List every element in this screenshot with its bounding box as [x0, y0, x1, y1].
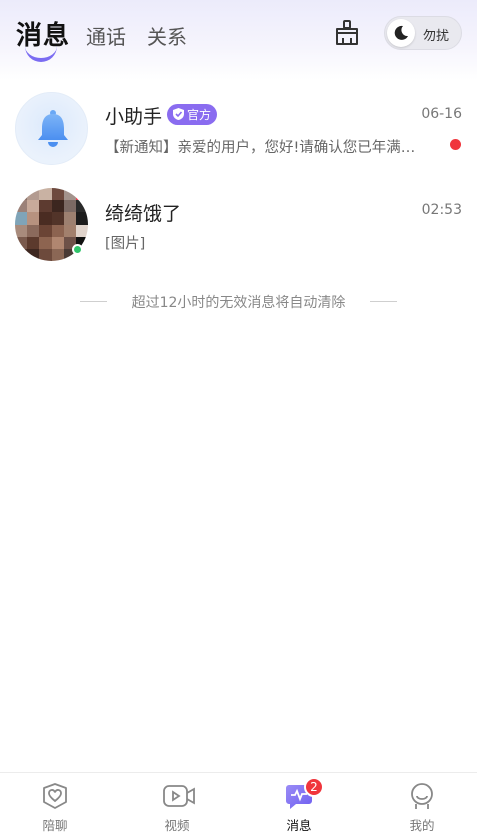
conversation-name: 绮绮饿了 — [105, 203, 182, 225]
conversation-preview: [图片] — [105, 236, 146, 252]
tabbar-label: 视频 — [164, 818, 190, 833]
conversation-preview: 【新通知】亲爱的用户，您好!请确认您已年满… — [105, 140, 416, 156]
broom-icon[interactable] — [333, 19, 361, 47]
tabbar-item-chat[interactable]: 陪聊 — [15, 773, 95, 834]
video-icon — [163, 785, 195, 807]
auto-clear-notice: 超过12小时的无效消息将自动清除 — [0, 292, 477, 312]
dnd-label: 勿扰 — [423, 29, 450, 44]
profile-icon — [411, 783, 433, 809]
badge-label: 官方 — [187, 108, 212, 122]
online-indicator — [72, 244, 83, 255]
tabbar-label: 陪聊 — [42, 818, 68, 833]
dnd-knob — [387, 19, 415, 47]
tab-calls[interactable]: 通话 — [86, 21, 126, 50]
heart-shield-icon — [43, 783, 67, 809]
divider — [370, 301, 397, 302]
conversation-name: 小助手 — [105, 106, 163, 128]
conversation-time: 06-16 — [421, 106, 462, 122]
conversation-time: 02:53 — [421, 202, 462, 218]
bottom-tab-bar: 陪聊 视频 2 消息 我的 — [0, 772, 477, 834]
tabbar-label: 我的 — [409, 818, 435, 833]
avatar — [15, 92, 88, 165]
tabbar-item-messages[interactable]: 2 消息 — [259, 773, 339, 834]
notice-text: 超过12小时的无效消息将自动清除 — [131, 295, 346, 311]
moon-icon — [394, 25, 408, 40]
unread-count-badge: 2 — [304, 777, 324, 797]
tabbar-label: 消息 — [286, 818, 312, 833]
official-badge: 官方 — [167, 104, 217, 125]
bell-icon — [38, 110, 68, 147]
tabbar-item-profile[interactable]: 我的 — [382, 773, 462, 834]
tabbar-item-video[interactable]: 视频 — [137, 773, 217, 834]
shield-check-icon — [173, 108, 184, 120]
unread-indicator — [450, 139, 461, 150]
do-not-disturb-toggle[interactable]: 勿扰 — [384, 16, 462, 50]
tab-relations[interactable]: 关系 — [147, 21, 187, 50]
